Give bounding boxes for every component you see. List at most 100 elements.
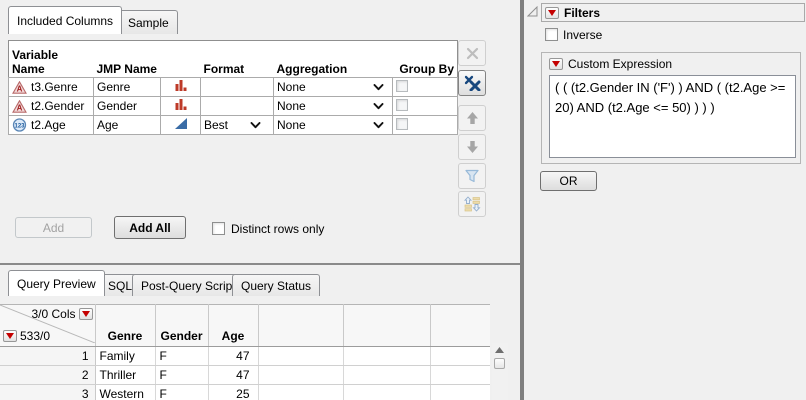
panel-divider-horizontal[interactable] [0,263,521,265]
filter-funnel-icon [464,169,480,183]
chevron-down-icon [373,103,384,110]
col-header-aggregation: Aggregation [274,41,393,78]
preview-vertical-scrollbar[interactable] [492,343,508,400]
preview-col-age[interactable]: Age [208,305,258,347]
svg-text:123: 123 [14,123,25,129]
inverse-label: Inverse [563,28,602,42]
move-up-button[interactable] [458,105,486,131]
red-triangle-icon [82,311,90,317]
chevron-down-icon [250,122,261,129]
move-down-icon [465,140,480,154]
included-columns-table: Variable Name JMP Name Format Aggregatio… [8,40,458,135]
group-by-checkbox[interactable] [396,99,408,111]
format-cell[interactable] [201,97,274,116]
sort-order-button[interactable] [458,191,486,217]
move-down-button[interactable] [458,134,486,160]
row-number[interactable]: 1 [0,347,95,366]
tab-label: Included Columns [17,14,113,28]
column-row[interactable]: A t2.Gender Gender None [9,97,458,116]
svg-text:A: A [17,84,23,93]
filters-title: Filters [564,6,600,20]
red-triangle-icon [552,61,560,67]
aggregation-combo[interactable]: None [274,78,393,97]
or-button[interactable]: OR [540,171,597,191]
format-combo[interactable]: Best [201,116,274,135]
cell-gender: F [155,347,208,366]
tab-post-query-script[interactable]: Post-Query Script [132,274,245,296]
cell-gender: F [155,366,208,385]
aggregation-value: None [277,99,306,113]
remove-all-columns-icon [464,75,481,91]
collapse-triangle-icon[interactable] [527,6,538,17]
cell-age: 25 [208,385,258,400]
preview-col-empty [430,305,490,347]
move-up-icon [465,111,480,125]
group-by-checkbox[interactable] [396,118,408,130]
nominal-bars-icon [174,79,188,92]
custom-expression-input[interactable]: ( ( (t2.Gender IN ('F') ) AND ( (t2.Age … [549,75,796,158]
rows-menu-button[interactable] [3,330,17,342]
numeric-123-icon: 123 [12,118,27,132]
col-header-variable-name: Variable Name [9,41,94,78]
preview-col-gender[interactable]: Gender [155,305,208,347]
group-by-checkbox[interactable] [396,80,408,92]
aggregation-value: None [277,80,306,94]
filter-button[interactable] [458,163,486,189]
format-cell[interactable] [201,78,274,97]
row-number[interactable]: 3 [0,385,95,400]
delete-column-button[interactable] [458,40,486,66]
column-row[interactable]: A t3.Genre Genre None [9,78,458,97]
columns-summary: 3/0 Cols [31,307,75,321]
variable-name: t2.Age [31,118,66,132]
sort-order-icon [464,196,481,212]
add-all-button-label: Add All [129,221,171,235]
filters-header: Filters [541,3,805,22]
tab-query-status[interactable]: Query Status [232,274,320,296]
tab-label: Query Preview [17,277,96,291]
columns-menu-button[interactable] [79,308,93,320]
cell-genre: Family [95,347,155,366]
column-row[interactable]: 123 t2.Age Age Best None [9,116,458,135]
inverse-checkbox[interactable] [545,28,558,41]
col-header-format: Format [201,41,274,78]
custom-expression-title: Custom Expression [568,57,672,71]
aggregation-combo[interactable]: None [274,116,393,135]
query-builder-window: Included Columns Sample Variable Name JM… [0,0,806,400]
add-button[interactable]: Add [15,217,92,238]
custom-expression-group: Custom Expression ( ( (t2.Gender IN ('F'… [541,52,801,164]
tab-label: SQL [108,279,132,293]
aggregation-combo[interactable]: None [274,97,393,116]
scrollbar-thumb[interactable] [494,358,505,369]
table-row: 1 Family F 47 [0,347,490,366]
jmp-name: Gender [94,97,161,116]
custom-expression-menu-button[interactable] [549,58,563,70]
preview-col-genre[interactable]: Genre [95,305,155,347]
tab-included-columns[interactable]: Included Columns [8,6,122,34]
cell-genre: Thriller [95,366,155,385]
scroll-up-icon[interactable] [495,347,504,353]
red-triangle-icon [548,10,556,16]
cell-age: 47 [208,366,258,385]
table-corner-cell: 3/0 Cols 533/0 [0,305,95,347]
col-header-modeling [161,41,201,78]
remove-all-columns-button[interactable] [458,70,486,96]
variable-name: t3.Genre [31,80,78,94]
distinct-rows-checkbox[interactable] [212,222,225,235]
chevron-down-icon [373,84,384,91]
tab-query-preview[interactable]: Query Preview [8,270,105,296]
aggregation-value: None [277,118,306,132]
row-number[interactable]: 2 [0,366,95,385]
filters-menu-button[interactable] [545,7,559,19]
chevron-down-icon [373,122,384,129]
table-row: 3 Western F 25 [0,385,490,400]
variable-name: t2.Gender [31,99,84,113]
continuous-triangle-icon [174,117,188,130]
table-row: 2 Thriller F 47 [0,366,490,385]
red-triangle-icon [6,333,14,339]
tab-sample[interactable]: Sample [119,10,178,34]
add-all-button[interactable]: Add All [114,216,186,239]
rows-summary: 533/0 [20,329,50,343]
cell-age: 47 [208,347,258,366]
panel-divider-vertical[interactable] [520,0,524,400]
distinct-rows-label: Distinct rows only [231,222,324,236]
